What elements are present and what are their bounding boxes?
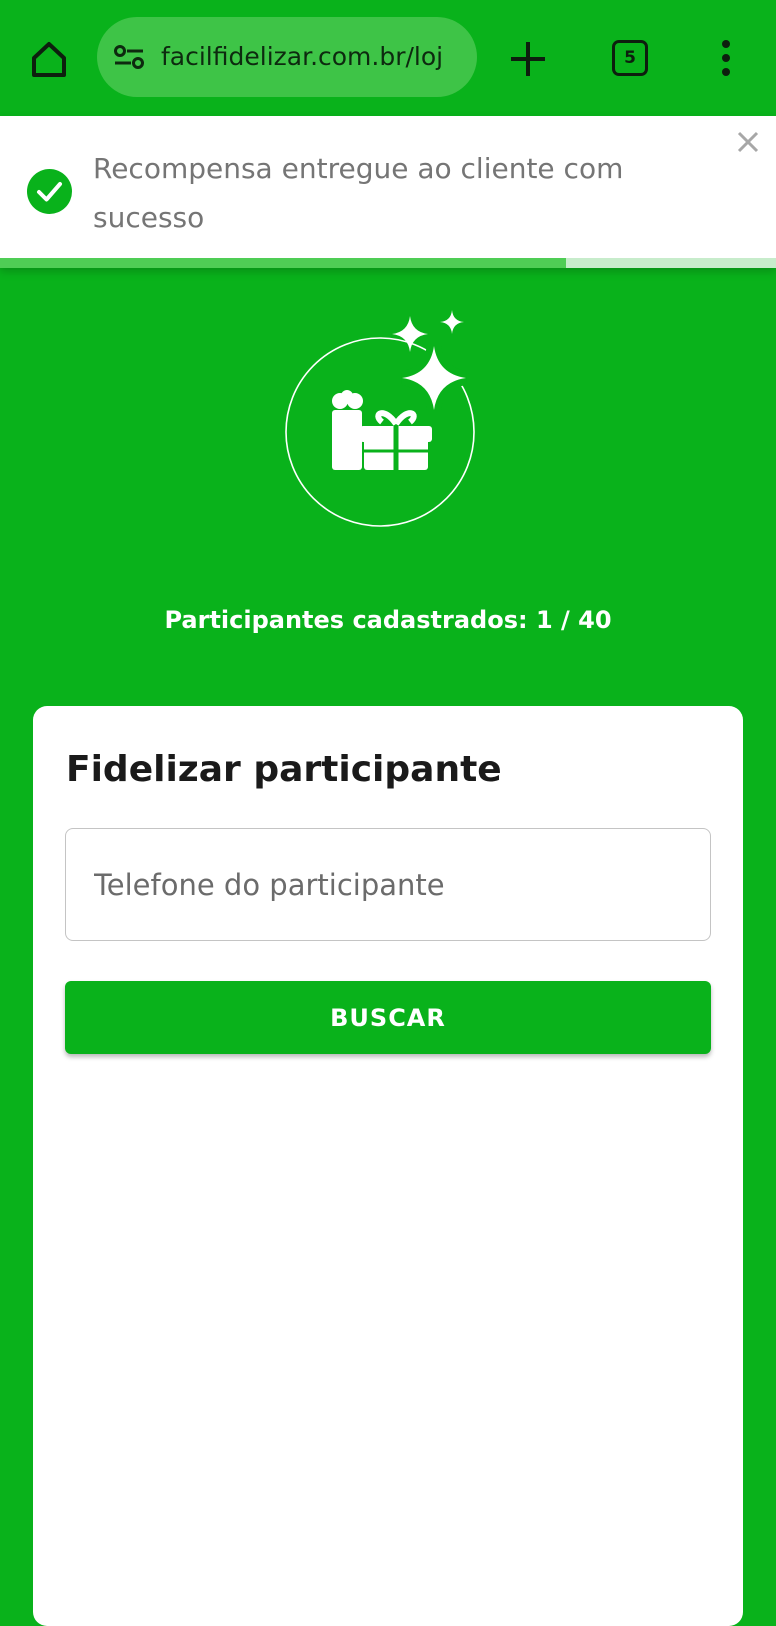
site-settings-icon[interactable]	[113, 44, 145, 70]
toast-progress-fill	[0, 258, 567, 268]
loyalty-card: Fidelizar participante BUSCAR	[33, 706, 743, 1626]
more-vert-icon[interactable]	[716, 40, 736, 76]
toast-progress-bar	[0, 258, 776, 268]
menu-dot	[722, 68, 730, 76]
close-icon[interactable]	[736, 130, 760, 154]
card-title: Fidelizar participante	[66, 749, 502, 790]
gift-sparkles-icon	[285, 310, 475, 527]
tab-count: 5	[624, 48, 636, 68]
participants-counter: Participantes cadastrados: 1 / 40	[0, 600, 776, 640]
search-button[interactable]: BUSCAR	[65, 981, 711, 1054]
toast-message: Recompensa entregue ao cliente com suces…	[93, 152, 624, 234]
participants-count: 1 / 40	[535, 606, 612, 634]
address-bar[interactable]: facilfidelizar.com.br/loj	[97, 17, 477, 97]
menu-dot	[722, 54, 730, 62]
phone-input[interactable]	[65, 828, 711, 941]
home-button[interactable]	[26, 37, 72, 81]
url-text[interactable]: facilfidelizar.com.br/loj	[161, 41, 461, 73]
participants-label: Participantes cadastrados:	[164, 606, 528, 634]
home-icon	[32, 42, 66, 77]
menu-dot	[722, 40, 730, 48]
check-circle-icon	[27, 169, 72, 214]
tabs-icon[interactable]: 5	[612, 40, 648, 76]
plus-icon[interactable]	[508, 39, 548, 79]
browser-toolbar: facilfidelizar.com.br/loj 5	[0, 0, 776, 116]
